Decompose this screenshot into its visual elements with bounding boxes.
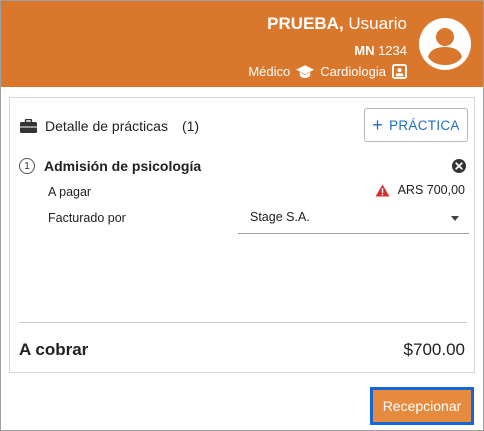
- pay-amount: ARS 700,00: [375, 183, 465, 197]
- billed-by-label: Facturado por: [48, 211, 126, 225]
- divider: [19, 322, 467, 323]
- role-line: Médico Cardiologia: [248, 64, 407, 79]
- badge-icon: [392, 64, 407, 79]
- user-name: PRUEBA, Usuario: [267, 14, 407, 34]
- pay-amount-value: ARS 700,00: [397, 183, 465, 197]
- license-number: MN 1234: [354, 43, 407, 58]
- billed-by-value: Stage S.A.: [250, 210, 310, 224]
- graduation-cap-icon: [296, 64, 315, 78]
- total-value: $700.00: [403, 340, 465, 359]
- user-last-name: PRUEBA,: [267, 14, 344, 33]
- plus-icon: +: [372, 115, 384, 135]
- practices-title-text: Detalle de prácticas: [45, 118, 168, 134]
- receive-button[interactable]: Recepcionar: [370, 387, 474, 425]
- specialty-text: Cardiologia: [320, 64, 386, 79]
- practice-name: Admisión de psicología: [44, 158, 202, 174]
- license-label: MN: [354, 43, 375, 58]
- close-circle-icon[interactable]: [451, 158, 467, 174]
- add-practice-button[interactable]: + PRÁCTICA: [364, 108, 468, 142]
- pay-label: A pagar: [48, 185, 92, 199]
- practice-item-header: 1 Admisión de psicología: [19, 156, 467, 176]
- practice-number-badge: 1: [19, 158, 35, 174]
- practices-count: (1): [181, 118, 200, 134]
- practices-card: Detalle de prácticas (1) + PRÁCTICA 1 Ad…: [9, 97, 475, 373]
- role-text: Médico: [248, 64, 291, 79]
- total-label: A cobrar: [19, 340, 89, 359]
- add-practice-label: PRÁCTICA: [389, 117, 460, 133]
- user-first-name: Usuario: [348, 14, 407, 33]
- license-value: 1234: [378, 43, 407, 58]
- practices-title: Detalle de prácticas (1): [20, 118, 199, 134]
- warning-icon: [375, 183, 390, 197]
- billed-by-select[interactable]: Stage S.A.: [238, 203, 469, 234]
- chevron-down-icon: [451, 216, 459, 221]
- briefcase-icon: [20, 119, 37, 133]
- account-circle-icon[interactable]: [419, 18, 471, 70]
- user-header: PRUEBA, Usuario MN 1234 Médico Cardiolog…: [1, 1, 483, 87]
